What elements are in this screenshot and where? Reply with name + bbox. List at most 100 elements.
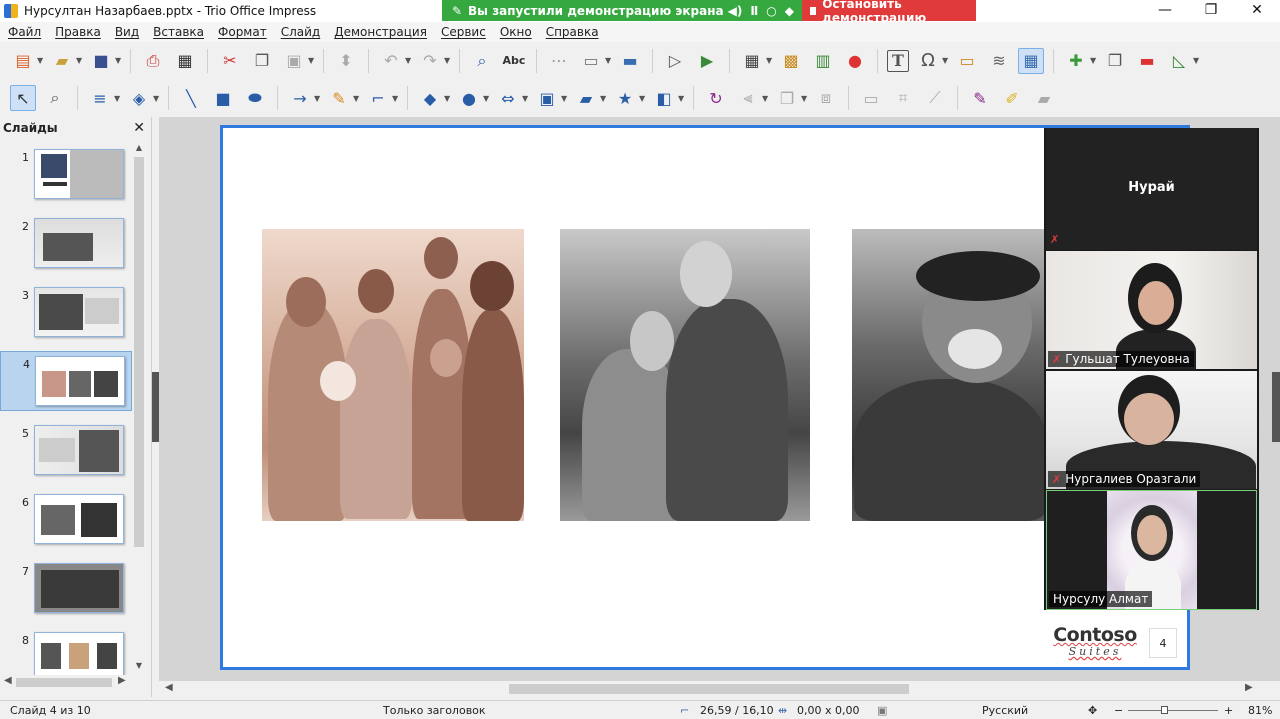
chevron-down-icon[interactable]: ▼ <box>600 94 606 103</box>
chevron-down-icon[interactable]: ▼ <box>639 94 645 103</box>
open-icon[interactable]: ▰ <box>49 48 75 74</box>
participant-tile[interactable]: ✗ Гульшат Тулеуовна <box>1046 251 1257 369</box>
mother-son-photo[interactable] <box>560 229 810 521</box>
chevron-down-icon[interactable]: ▼ <box>522 94 528 103</box>
fill-color-icon[interactable]: ◈ <box>126 85 152 111</box>
distribute-icon[interactable]: ⧈ <box>813 85 839 111</box>
slide-thumbnail-2[interactable]: 2 <box>0 214 132 274</box>
menu-edit[interactable]: Правка <box>55 25 101 39</box>
duplicate-slide-icon[interactable]: ❐ <box>1102 48 1128 74</box>
participant-tile[interactable]: Нурай ✗ <box>1046 128 1257 250</box>
menu-tools[interactable]: Сервис <box>441 25 486 39</box>
chevron-down-icon[interactable]: ▼ <box>444 94 450 103</box>
paste-icon[interactable]: ▣ <box>281 48 307 74</box>
start-current-icon[interactable]: ▶ <box>694 48 720 74</box>
chevron-down-icon[interactable]: ▼ <box>762 94 768 103</box>
close-pane-button[interactable]: ✕ <box>133 120 145 136</box>
menu-view[interactable]: Вид <box>115 25 139 39</box>
slide-layout-icon[interactable]: ◺ <box>1166 48 1192 74</box>
toggle-extrusion-icon[interactable]: ▰ <box>1031 85 1057 111</box>
chart-icon[interactable]: ▥ <box>810 48 836 74</box>
participant-tile[interactable]: ✗ Нургалиев Оразгали <box>1046 371 1257 489</box>
chevron-down-icon[interactable]: ▼ <box>353 94 359 103</box>
chevron-down-icon[interactable]: ▼ <box>801 94 807 103</box>
menu-window[interactable]: Окно <box>500 25 532 39</box>
slide-thumbnail-5[interactable]: 5 <box>0 421 132 481</box>
zoom-icon[interactable]: ⌕ <box>42 85 68 111</box>
chevron-down-icon[interactable]: ▼ <box>444 56 450 65</box>
menu-slideshow[interactable]: Демонстрация <box>334 25 427 39</box>
zoom-slider-knob[interactable] <box>1161 706 1168 714</box>
participant-tile-active-speaker[interactable]: Нурсулу Алмат <box>1046 490 1257 610</box>
menu-help[interactable]: Справка <box>546 25 599 39</box>
block-arrow-icon[interactable]: ⇔ <box>495 85 521 111</box>
scrollbar-thumb[interactable] <box>16 678 112 687</box>
menu-format[interactable]: Формат <box>218 25 267 39</box>
family-photo[interactable] <box>262 229 524 521</box>
pause-icon[interactable]: Ⅱ <box>750 4 758 18</box>
slides-scrollbar[interactable]: ▲ ▼ <box>132 141 146 675</box>
record-icon[interactable]: ○ <box>766 4 776 18</box>
show-draw-icon[interactable]: ▦ <box>1018 47 1044 74</box>
scroll-left-icon[interactable]: ◀ <box>4 675 12 686</box>
select-icon[interactable]: ↖ <box>10 85 36 111</box>
scrollbar-thumb[interactable] <box>509 684 909 694</box>
menu-insert[interactable]: Вставка <box>153 25 204 39</box>
delete-slide-icon[interactable]: ▬ <box>1134 48 1160 74</box>
clone-formatting-icon[interactable]: ⬍ <box>333 48 359 74</box>
display-views-icon[interactable]: ▭ <box>578 48 604 74</box>
fontwork-icon[interactable]: ▭ <box>954 48 980 74</box>
ellipse-icon[interactable]: ⬬ <box>242 85 268 111</box>
undo-icon[interactable]: ↶ <box>378 48 404 74</box>
glue-icon[interactable]: ✐ <box>999 85 1025 111</box>
copy-icon[interactable]: ❐ <box>249 48 275 74</box>
callout-icon[interactable]: ▰ <box>573 85 599 111</box>
diamond-icon[interactable]: ◆ <box>417 85 443 111</box>
slide-thumbnail-6[interactable]: 6 <box>0 490 132 550</box>
slides-hscrollbar[interactable]: ◀ ▶ <box>0 675 132 689</box>
chevron-down-icon[interactable]: ▼ <box>605 56 611 65</box>
chevron-down-icon[interactable]: ▼ <box>114 94 120 103</box>
slide-thumbnail-3[interactable]: 3 <box>0 283 132 343</box>
scroll-up-icon[interactable]: ▲ <box>132 143 146 152</box>
scroll-right-icon[interactable]: ▶ <box>1245 682 1253 693</box>
arrange-icon[interactable]: ❐ <box>774 85 800 111</box>
rotate-icon[interactable]: ↻ <box>703 85 729 111</box>
curve-icon[interactable]: ✎ <box>326 85 352 111</box>
zoom-out-button[interactable]: − <box>1114 704 1123 717</box>
sidebar-deck-handle[interactable] <box>1272 372 1280 442</box>
points-icon[interactable]: ✎ <box>967 85 993 111</box>
master-slide-icon[interactable]: ▬ <box>617 48 643 74</box>
chevron-down-icon[interactable]: ▼ <box>942 56 948 65</box>
chevron-down-icon[interactable]: ▼ <box>392 94 398 103</box>
cut-icon[interactable]: ✂ <box>217 48 243 74</box>
transform-icon[interactable]: ≋ <box>986 48 1012 74</box>
3d-object-icon[interactable]: ◧ <box>651 85 677 111</box>
print-icon[interactable]: ▦ <box>172 48 198 74</box>
menu-file[interactable]: Файл <box>8 25 41 39</box>
layout-name[interactable]: Только заголовок <box>383 704 486 717</box>
pin-icon[interactable]: ✎ <box>450 4 464 18</box>
document-modified-icon[interactable]: ▣ <box>877 704 887 717</box>
flowchart-icon[interactable]: ▣ <box>534 85 560 111</box>
table-icon[interactable]: ▦ <box>739 48 765 74</box>
chevron-down-icon[interactable]: ▼ <box>76 56 82 65</box>
textbox-icon[interactable]: T <box>887 49 909 72</box>
image-icon[interactable]: ▩ <box>778 48 804 74</box>
chevron-down-icon[interactable]: ▼ <box>308 56 314 65</box>
shield-icon[interactable]: ◆ <box>785 4 794 18</box>
line-color-icon[interactable]: ≡ <box>87 85 113 111</box>
filter-icon[interactable]: ⟋ <box>922 85 948 111</box>
chevron-down-icon[interactable]: ▼ <box>153 94 159 103</box>
elder-portrait-photo[interactable] <box>852 229 1047 521</box>
chevron-down-icon[interactable]: ▼ <box>1193 56 1199 65</box>
crop-icon[interactable]: ⌗ <box>890 85 916 111</box>
chevron-down-icon[interactable]: ▼ <box>115 56 121 65</box>
start-presentation-icon[interactable]: ▷ <box>662 48 688 74</box>
minimize-button[interactable]: — <box>1142 0 1188 22</box>
new-document-icon[interactable]: ▤ <box>10 48 36 74</box>
shadow-icon[interactable]: ▭ <box>858 85 884 111</box>
rectangle-icon[interactable]: ■ <box>210 85 236 111</box>
zoom-slider[interactable] <box>1128 710 1218 711</box>
slide-thumbnail-7[interactable]: 7 <box>0 559 132 619</box>
